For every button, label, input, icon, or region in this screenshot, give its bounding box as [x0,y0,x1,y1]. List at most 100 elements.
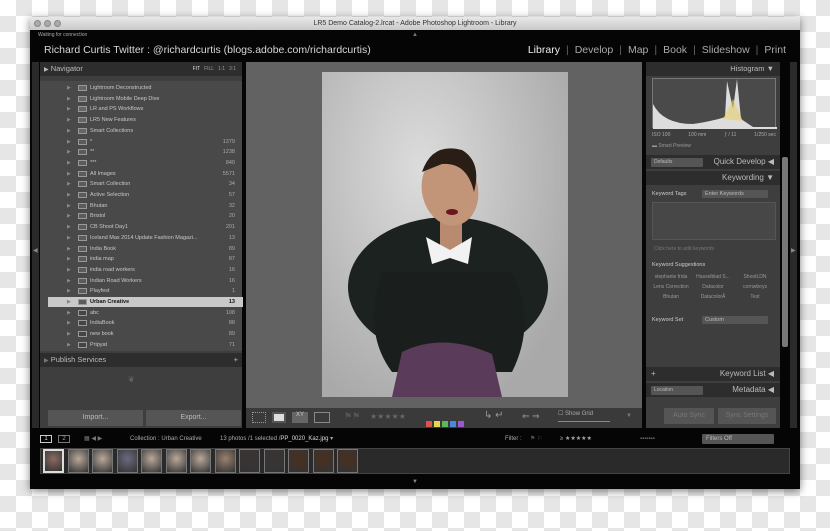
disclosure-triangle-icon[interactable]: ▶ [67,211,71,221]
collection-item[interactable]: ▶ IndiaBook 88 [48,318,243,328]
filmstrip-thumbnail[interactable] [43,449,64,473]
filmstrip-thumbnail[interactable] [263,449,285,473]
module-develop[interactable]: Develop [575,44,614,56]
disclosure-triangle-icon[interactable]: ▶ [67,340,71,350]
keyword-list-header[interactable]: + Keyword List ◀ [646,367,780,381]
collection-item[interactable]: ▶ Pripyat 71 [48,340,243,350]
disclosure-triangle-icon[interactable]: ▶ [67,329,71,339]
collection-item[interactable]: ▶ Lightroom Deconstructed [48,83,243,93]
grid-view-icon[interactable] [252,412,266,423]
navigator-zoom-0[interactable]: FIT [193,66,201,72]
disclosure-triangle-icon[interactable]: ▶ [67,265,71,275]
metadata-preset-select[interactable]: Location [651,386,703,395]
disclosure-triangle-icon[interactable]: ▶ [67,147,71,157]
disclosure-triangle-icon[interactable]: ▶ [67,233,71,243]
prev-next-arrows-icon[interactable]: ⇐ ⇒ [522,411,540,422]
publish-services-header[interactable]: ▶ Publish Services + [40,353,242,367]
disclosure-triangle-icon[interactable]: ▶ [67,104,71,114]
compare-view-icon[interactable]: XY [292,412,308,423]
collection-item[interactable]: ▶ Playfest 1 [48,286,243,296]
filmstrip-thumbnail[interactable] [190,449,211,473]
histogram-header[interactable]: Histogram ▼ [646,62,780,76]
collection-item[interactable]: ▶ Indian Road Workers 16 [48,276,243,286]
minimize-button[interactable] [44,20,51,27]
collection-item[interactable]: ▶ All Images 5571 [48,169,243,179]
disclosure-triangle-icon[interactable]: ▶ [67,222,71,232]
collection-item[interactable]: ▶ ** 1238 [48,147,243,157]
collapse-top-panel-icon[interactable]: ▲ [412,32,418,38]
keyword-suggestion[interactable]: stephanie frida [650,274,692,280]
filmstrip-thumbnail[interactable] [214,449,236,473]
left-panel-edge[interactable] [32,62,39,428]
disclosure-triangle-icon[interactable]: ▶ [67,286,71,296]
keyword-tags-select[interactable]: Enter Keywords [702,190,768,198]
add-publish-service-button[interactable]: + [234,353,238,367]
keyword-suggestion[interactable]: Bhutan [650,294,692,300]
disclosure-triangle-icon[interactable]: ▶ [67,201,71,211]
keyword-suggestion[interactable]: ShootLDN [734,274,776,280]
collection-item[interactable]: ▶ new book 89 [48,329,243,339]
zoom-button[interactable] [54,20,61,27]
keyword-suggestion[interactable]: Hasselblad S... [692,274,734,280]
filmstrip-thumbnail[interactable] [116,449,138,473]
collection-item[interactable]: ▶ Lightroom Mobile Deep Dive [48,94,243,104]
disclosure-triangle-icon[interactable]: ▶ [67,83,71,93]
collection-item[interactable]: ▶ Iceland Max 2014 Update Fashion Magazi.… [48,233,243,243]
toolbar-menu-icon[interactable]: ▼ [626,413,632,419]
module-slideshow[interactable]: Slideshow [702,44,750,56]
navigator-header[interactable]: ▶ Navigator FIT FILL 1:1 3:1 [40,62,242,76]
filmstrip-source[interactable]: Collection : Urban Creative [130,432,202,446]
loupe-view-icon[interactable] [272,412,286,423]
disclosure-triangle-icon[interactable]: ▶ [67,254,71,264]
navigator-zoom-2[interactable]: 1:1 [218,66,225,72]
add-keyword-button[interactable]: + [651,367,656,381]
color-label-swatch[interactable] [434,421,440,427]
keyword-suggestion[interactable]: DatacolorÂ [692,294,734,300]
disclosure-triangle-icon[interactable]: ▶ [67,126,71,136]
auto-sync-button[interactable]: Auto Sync [664,408,714,424]
filmstrip-thumbnail[interactable] [239,449,260,473]
flag-icon[interactable]: ⚑⚑ [344,411,360,422]
rating-stars[interactable]: ★★★★★ [370,412,406,421]
collection-item[interactable]: ▶ Active Selection 57 [48,190,243,200]
collection-item[interactable]: ▶ india map 87 [48,254,243,264]
disclosure-triangle-icon[interactable]: ▶ [67,137,71,147]
color-label-swatch[interactable] [426,421,432,427]
disclosure-triangle-icon[interactable]: ▶ [67,115,71,125]
filmstrip-thumbnail[interactable] [67,449,89,473]
disclosure-triangle-icon[interactable]: ▶ [67,179,71,189]
loupe-view[interactable]: XY ⚑⚑ ★★★★★ ↳ ↵ ⇐ ⇒ ☐ Show Grid ▼ [246,62,642,428]
collection-item[interactable]: ▶ LR and PS Workflows [48,104,243,114]
main-window-button[interactable]: 1 [40,435,52,443]
grid-size-slider[interactable] [558,421,610,422]
survey-view-icon[interactable] [314,412,330,423]
collection-item[interactable]: ▶ LR5 New Features [48,115,243,125]
grid-nav-icon[interactable]: ▦ ◀ ▶ [84,432,102,446]
module-library[interactable]: Library [528,44,560,56]
navigator-zoom-1[interactable]: FILL [204,66,214,72]
keyword-suggestion[interactable]: Lens Correction [650,284,692,290]
close-button[interactable] [34,20,41,27]
color-label-swatch[interactable] [458,421,464,427]
module-map[interactable]: Map [628,44,648,56]
filter-preset-select[interactable]: Filters Off [702,434,774,444]
keyword-suggestion[interactable]: Datacolor [692,284,734,290]
filter-flags-icon[interactable]: ⚑ ⚐ [530,432,542,446]
collection-item[interactable]: ▶ * 1379 [48,137,243,147]
keywords-textarea[interactable] [652,202,776,240]
color-label-swatch[interactable] [450,421,456,427]
filter-rating-stars[interactable]: ≥ ★★★★★ [560,432,592,446]
collection-item[interactable]: ▶ *** 840 [48,158,243,168]
filmstrip-thumbnail[interactable] [165,449,187,473]
collection-item[interactable]: ▶ Bhutan 32 [48,201,243,211]
disclosure-triangle-icon[interactable]: ▶ [67,297,71,307]
disclosure-triangle-icon[interactable]: ▶ [67,158,71,168]
navigator-zoom-3[interactable]: 3:1 [229,66,236,72]
collection-item[interactable]: ▶ india road workers 16 [48,265,243,275]
collection-item[interactable]: ▶ Urban Creative 13 [48,297,243,307]
right-panel-scrollbar[interactable] [782,157,788,347]
disclosure-triangle-icon[interactable]: ▶ [67,318,71,328]
filmstrip-thumbnail[interactable] [141,449,162,473]
main-photo[interactable] [322,72,568,397]
disclosure-triangle-icon[interactable]: ▶ [67,190,71,200]
